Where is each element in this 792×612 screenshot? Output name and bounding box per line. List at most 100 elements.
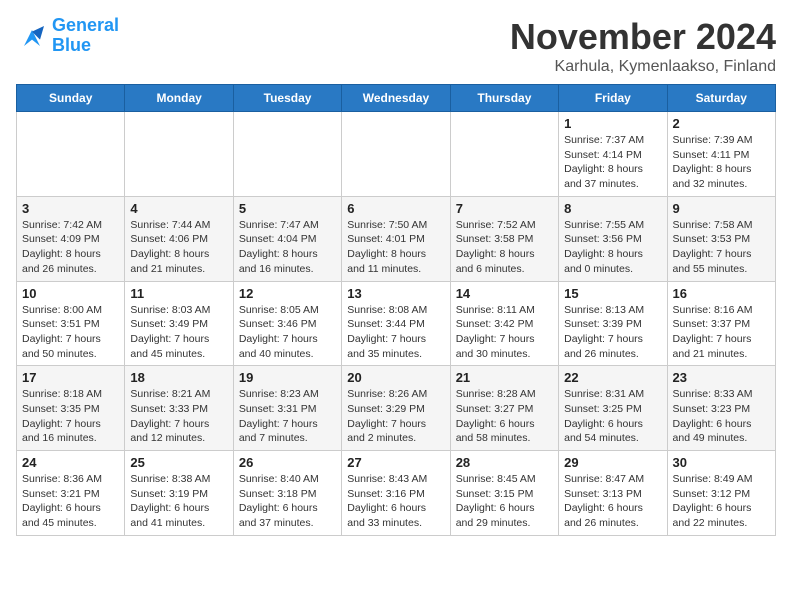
cell-3-4: 21Sunrise: 8:28 AMSunset: 3:27 PMDayligh… <box>450 366 558 451</box>
cell-0-5: 1 Sunrise: 7:37 AMSunset: 4:14 PMDaylight… <box>559 112 667 197</box>
cell-4-5: 29 Sunrise: 8:47 AMSunset: 3:13 PMDayligh… <box>559 451 667 536</box>
cell-1-4: 7 Sunrise: 7:52 AMSunset: 3:58 PMDaylight… <box>450 196 558 281</box>
cell-3-3: 20 Sunrise: 8:26 AMSunset: 3:29 PMDayligh… <box>342 366 450 451</box>
day-number: 4 <box>130 201 227 216</box>
day-number: 27 <box>347 455 444 470</box>
day-number: 2 <box>673 116 770 131</box>
day-number: 12 <box>239 286 336 301</box>
day-number: 3 <box>22 201 119 216</box>
week-row-2: 3 Sunrise: 7:42 AMSunset: 4:09 PMDaylight… <box>17 196 776 281</box>
day-number: 28 <box>456 455 553 470</box>
cell-info: Sunrise: 8:26 AMSunset: 3:29 PMDaylight:… <box>347 387 444 446</box>
cell-0-2 <box>233 112 341 197</box>
cell-info: Sunrise: 8:47 AMSunset: 3:13 PMDaylight:… <box>564 472 661 531</box>
day-number: 30 <box>673 455 770 470</box>
cell-info: Sunrise: 8:38 AMSunset: 3:19 PMDaylight:… <box>130 472 227 531</box>
cell-2-6: 16 Sunrise: 8:16 AMSunset: 3:37 PMDayligh… <box>667 281 775 366</box>
col-sunday: Sunday <box>17 85 125 112</box>
cell-info: Sunrise: 8:08 AMSunset: 3:44 PMDaylight:… <box>347 303 444 362</box>
cell-2-2: 12Sunrise: 8:05 AMSunset: 3:46 PMDayligh… <box>233 281 341 366</box>
logo-line1: General <box>52 15 119 35</box>
day-number: 13 <box>347 286 444 301</box>
cell-info: Sunrise: 8:13 AMSunset: 3:39 PMDaylight:… <box>564 303 661 362</box>
col-friday: Friday <box>559 85 667 112</box>
day-number: 21 <box>456 370 553 385</box>
cell-4-4: 28 Sunrise: 8:45 AMSunset: 3:15 PMDayligh… <box>450 451 558 536</box>
cell-1-6: 9 Sunrise: 7:58 AMSunset: 3:53 PMDaylight… <box>667 196 775 281</box>
cell-info: Sunrise: 8:11 AMSunset: 3:42 PMDaylight:… <box>456 303 553 362</box>
cell-info: Sunrise: 7:52 AMSunset: 3:58 PMDaylight:… <box>456 218 553 277</box>
day-number: 22 <box>564 370 661 385</box>
cell-2-5: 15 Sunrise: 8:13 AMSunset: 3:39 PMDayligh… <box>559 281 667 366</box>
cell-3-6: 23 Sunrise: 8:33 AMSunset: 3:23 PMDayligh… <box>667 366 775 451</box>
cell-2-0: 10Sunrise: 8:00 AMSunset: 3:51 PMDayligh… <box>17 281 125 366</box>
col-thursday: Thursday <box>450 85 558 112</box>
cell-info: Sunrise: 7:55 AMSunset: 3:56 PMDaylight:… <box>564 218 661 277</box>
cell-info: Sunrise: 8:16 AMSunset: 3:37 PMDaylight:… <box>673 303 770 362</box>
cell-2-3: 13 Sunrise: 8:08 AMSunset: 3:44 PMDayligh… <box>342 281 450 366</box>
cell-info: Sunrise: 8:33 AMSunset: 3:23 PMDaylight:… <box>673 387 770 446</box>
logo-icon <box>16 22 48 50</box>
cell-2-4: 14Sunrise: 8:11 AMSunset: 3:42 PMDayligh… <box>450 281 558 366</box>
cell-info: Sunrise: 7:58 AMSunset: 3:53 PMDaylight:… <box>673 218 770 277</box>
cell-1-2: 5 Sunrise: 7:47 AMSunset: 4:04 PMDaylight… <box>233 196 341 281</box>
location-title: Karhula, Kymenlaakso, Finland <box>510 58 776 76</box>
cell-3-0: 17 Sunrise: 8:18 AMSunset: 3:35 PMDayligh… <box>17 366 125 451</box>
col-tuesday: Tuesday <box>233 85 341 112</box>
cell-0-4 <box>450 112 558 197</box>
cell-3-2: 19 Sunrise: 8:23 AMSunset: 3:31 PMDayligh… <box>233 366 341 451</box>
cell-info: Sunrise: 8:36 AMSunset: 3:21 PMDaylight:… <box>22 472 119 531</box>
day-number: 7 <box>456 201 553 216</box>
cell-info: Sunrise: 7:44 AMSunset: 4:06 PMDaylight:… <box>130 218 227 277</box>
day-number: 29 <box>564 455 661 470</box>
cell-info: Sunrise: 8:45 AMSunset: 3:15 PMDaylight:… <box>456 472 553 531</box>
cell-1-0: 3 Sunrise: 7:42 AMSunset: 4:09 PMDaylight… <box>17 196 125 281</box>
cell-4-0: 24 Sunrise: 8:36 AMSunset: 3:21 PMDayligh… <box>17 451 125 536</box>
day-number: 17 <box>22 370 119 385</box>
logo-line2: Blue <box>52 35 91 55</box>
col-saturday: Saturday <box>667 85 775 112</box>
col-monday: Monday <box>125 85 233 112</box>
day-number: 16 <box>673 286 770 301</box>
cell-0-0 <box>17 112 125 197</box>
logo-text: General Blue <box>52 16 119 56</box>
week-row-4: 17 Sunrise: 8:18 AMSunset: 3:35 PMDayligh… <box>17 366 776 451</box>
day-number: 8 <box>564 201 661 216</box>
day-number: 11 <box>130 286 227 301</box>
cell-1-1: 4 Sunrise: 7:44 AMSunset: 4:06 PMDaylight… <box>125 196 233 281</box>
day-number: 23 <box>673 370 770 385</box>
weekday-row: Sunday Monday Tuesday Wednesday Thursday… <box>17 85 776 112</box>
day-number: 26 <box>239 455 336 470</box>
day-number: 9 <box>673 201 770 216</box>
cell-0-3 <box>342 112 450 197</box>
logo: General Blue <box>16 16 119 56</box>
calendar-header: Sunday Monday Tuesday Wednesday Thursday… <box>17 85 776 112</box>
cell-info: Sunrise: 8:18 AMSunset: 3:35 PMDaylight:… <box>22 387 119 446</box>
cell-info: Sunrise: 7:39 AMSunset: 4:11 PMDaylight:… <box>673 133 770 192</box>
day-number: 24 <box>22 455 119 470</box>
cell-4-6: 30Sunrise: 8:49 AMSunset: 3:12 PMDayligh… <box>667 451 775 536</box>
cell-info: Sunrise: 8:21 AMSunset: 3:33 PMDaylight:… <box>130 387 227 446</box>
month-title: November 2024 <box>510 16 776 58</box>
cell-4-3: 27 Sunrise: 8:43 AMSunset: 3:16 PMDayligh… <box>342 451 450 536</box>
cell-1-5: 8 Sunrise: 7:55 AMSunset: 3:56 PMDaylight… <box>559 196 667 281</box>
day-number: 15 <box>564 286 661 301</box>
title-area: November 2024 Karhula, Kymenlaakso, Finl… <box>510 16 776 76</box>
cell-4-1: 25Sunrise: 8:38 AMSunset: 3:19 PMDayligh… <box>125 451 233 536</box>
cell-info: Sunrise: 8:00 AMSunset: 3:51 PMDaylight:… <box>22 303 119 362</box>
week-row-1: 1 Sunrise: 7:37 AMSunset: 4:14 PMDaylight… <box>17 112 776 197</box>
cell-info: Sunrise: 7:42 AMSunset: 4:09 PMDaylight:… <box>22 218 119 277</box>
day-number: 5 <box>239 201 336 216</box>
cell-info: Sunrise: 7:47 AMSunset: 4:04 PMDaylight:… <box>239 218 336 277</box>
day-number: 19 <box>239 370 336 385</box>
cell-info: Sunrise: 7:37 AMSunset: 4:14 PMDaylight:… <box>564 133 661 192</box>
cell-info: Sunrise: 7:50 AMSunset: 4:01 PMDaylight:… <box>347 218 444 277</box>
day-number: 18 <box>130 370 227 385</box>
cell-info: Sunrise: 8:31 AMSunset: 3:25 PMDaylight:… <box>564 387 661 446</box>
day-number: 20 <box>347 370 444 385</box>
cell-info: Sunrise: 8:40 AMSunset: 3:18 PMDaylight:… <box>239 472 336 531</box>
cell-info: Sunrise: 8:23 AMSunset: 3:31 PMDaylight:… <box>239 387 336 446</box>
cell-info: Sunrise: 8:43 AMSunset: 3:16 PMDaylight:… <box>347 472 444 531</box>
calendar-body: 1 Sunrise: 7:37 AMSunset: 4:14 PMDaylight… <box>17 112 776 536</box>
day-number: 1 <box>564 116 661 131</box>
